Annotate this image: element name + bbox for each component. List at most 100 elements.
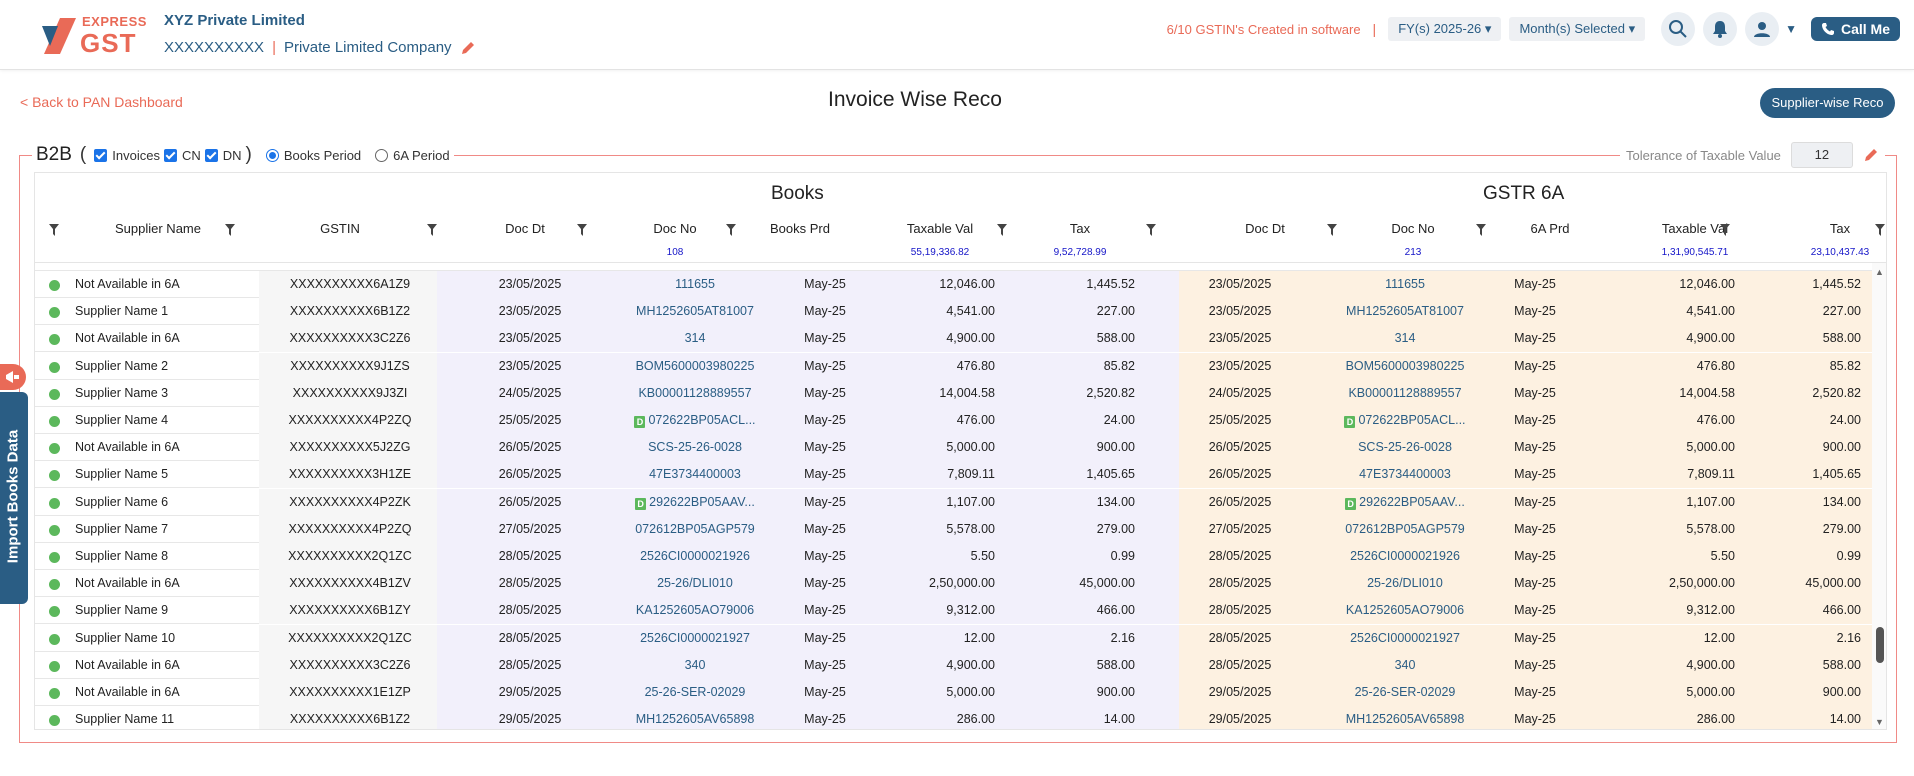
cell-b-docno[interactable]: 47E3734400003 (605, 467, 785, 483)
cell-b-docno[interactable]: 2526CI0000021927 (605, 631, 785, 647)
cell-b-docno[interactable]: MH1252605AT81007 (605, 304, 785, 320)
col-6a-doc-no[interactable]: Doc No (1353, 221, 1473, 241)
filter-icon[interactable] (726, 224, 736, 236)
table-row[interactable]: Supplier Name 2 XXXXXXXXXX9J1ZS 23/05/2025… (35, 352, 1872, 380)
filter-icon[interactable] (1327, 224, 1337, 236)
cell-a-docno[interactable]: 340 (1315, 658, 1495, 674)
cell-a-docno[interactable]: KA1252605AO79006 (1315, 603, 1495, 619)
edit-tolerance-icon[interactable] (1863, 147, 1879, 163)
document-icon[interactable]: D (1344, 416, 1356, 428)
col-books-taxable-val[interactable]: Taxable Val (885, 221, 995, 241)
cell-a-docno[interactable]: 111655 (1315, 277, 1495, 293)
table-row[interactable]: Supplier Name 11 XXXXXXXXXX6B1Z2 29/05/202… (35, 706, 1872, 729)
cell-b-docno[interactable]: 25-26/DLI010 (605, 576, 785, 592)
cell-a-docno[interactable]: 072612BP05AGP579 (1315, 522, 1495, 538)
cell-b-docno[interactable]: 072612BP05AGP579 (605, 522, 785, 538)
document-icon[interactable]: D (1345, 497, 1357, 510)
cell-b-docno[interactable]: 111655 (605, 277, 785, 293)
cell-b-docno[interactable]: BOM5600003980225 (605, 359, 785, 375)
cell-a-docno[interactable]: 47E3734400003 (1315, 467, 1495, 483)
cell-a-docno[interactable]: 314 (1315, 331, 1495, 347)
col-books-doc-no[interactable]: Doc No (615, 221, 735, 241)
filter-icon[interactable] (225, 224, 235, 236)
notifications-button[interactable] (1703, 12, 1738, 46)
col-gstin[interactable]: GSTIN (265, 221, 415, 241)
cell-a-docno[interactable]: D 072622BP05ACL... (1315, 413, 1495, 429)
col-books-doc-dt[interactable]: Doc Dt (465, 221, 585, 241)
filter-icon[interactable] (49, 224, 59, 236)
cell-b-docno[interactable]: D 292622BP05AAV... (605, 495, 785, 511)
col-books-prd[interactable]: Books Prd (745, 221, 855, 241)
table-row[interactable]: Not Available in 6A XXXXXXXXXX6A1Z9 23/05/… (35, 271, 1872, 298)
cell-a-docno[interactable]: D 292622BP05AAV... (1315, 495, 1495, 511)
cell-a-docno[interactable]: KB00001128889557 (1315, 386, 1495, 402)
table-row[interactable]: Not Available in 6A XXXXXXXXXX5J2ZG 26/05/… (35, 434, 1872, 462)
col-6a-doc-dt[interactable]: Doc Dt (1205, 221, 1325, 241)
table-row[interactable]: Supplier Name 6 XXXXXXXXXX4P2ZK 26/05/2025… (35, 488, 1872, 516)
filter-icon[interactable] (427, 224, 437, 236)
call-me-button[interactable]: Call Me (1810, 17, 1900, 41)
table-row[interactable]: Supplier Name 7 XXXXXXXXXX4P2ZQ 27/05/2025… (35, 515, 1872, 543)
user-menu-chevron-icon[interactable]: ▼ (1785, 22, 1797, 36)
table-row[interactable]: Not Available in 6A XXXXXXXXXX3C2Z6 23/05/… (35, 325, 1872, 353)
express-gst-logo[interactable]: EXPRESS GST (40, 12, 150, 58)
fy-dropdown[interactable]: FY(s) 2025-26 ▾ (1388, 17, 1502, 41)
scroll-up-icon[interactable]: ▲ (1875, 267, 1884, 277)
search-button[interactable] (1661, 12, 1696, 46)
document-icon[interactable]: D (634, 416, 646, 428)
six-a-period-radio[interactable] (375, 148, 389, 162)
col-books-tax[interactable]: Tax (1025, 221, 1135, 241)
cell-b-docno[interactable]: 314 (605, 331, 785, 347)
document-icon[interactable]: D (635, 497, 647, 510)
scrollbar-thumb[interactable] (1876, 627, 1884, 663)
cell-b-docno[interactable]: 340 (605, 658, 785, 674)
filter-icon[interactable] (577, 224, 587, 236)
cn-checkbox[interactable] (163, 148, 177, 162)
import-books-data-tab[interactable]: Import Books Data (0, 364, 28, 604)
table-row[interactable]: Not Available in 6A XXXXXXXXXX1E1ZP 29/05/… (35, 679, 1872, 706)
cell-a-docno[interactable]: 25-26/DLI010 (1315, 576, 1495, 592)
tolerance-input[interactable]: 12 (1790, 142, 1853, 168)
months-dropdown[interactable]: Month(s) Selected ▾ (1509, 17, 1646, 41)
scroll-down-icon[interactable]: ▼ (1875, 717, 1884, 727)
col-supplier-name[interactable]: Supplier Name (83, 221, 233, 241)
cell-b-docno[interactable]: KB00001128889557 (605, 386, 785, 402)
table-row[interactable]: Supplier Name 3 XXXXXXXXXX9J3ZI 24/05/2025… (35, 379, 1872, 407)
cell-a-docno[interactable]: MH1252605AT81007 (1315, 304, 1495, 320)
table-row[interactable]: Supplier Name 8 XXXXXXXXXX2Q1ZC 28/05/2025… (35, 543, 1872, 570)
col-6a-tax[interactable]: Tax (1785, 221, 1886, 241)
filter-icon[interactable] (997, 224, 1007, 236)
table-row[interactable]: Supplier Name 1 XXXXXXXXXX6B1Z2 23/05/2025… (35, 298, 1872, 326)
filter-icon[interactable] (1720, 224, 1730, 236)
edit-company-icon[interactable] (460, 40, 476, 56)
filter-icon[interactable] (1476, 224, 1486, 236)
filter-icon[interactable] (1875, 224, 1885, 236)
cell-b-docno[interactable]: 25-26-SER-02029 (605, 685, 785, 701)
filter-icon[interactable] (1146, 224, 1156, 236)
invoices-checkbox[interactable] (94, 148, 108, 162)
user-menu-button[interactable] (1745, 12, 1780, 46)
supplier-wise-reco-button[interactable]: Supplier-wise Reco (1760, 88, 1895, 118)
cell-b-docno[interactable]: SCS-25-26-0028 (605, 440, 785, 456)
cell-b-docno[interactable]: D 072622BP05ACL... (605, 413, 785, 429)
cell-b-docno[interactable]: KA1252605AO79006 (605, 603, 785, 619)
grid-vertical-scrollbar[interactable]: ▲ ▼ (1872, 263, 1886, 729)
table-row[interactable]: Supplier Name 4 XXXXXXXXXX4P2ZQ 25/05/2025… (35, 407, 1872, 434)
col-6a-prd[interactable]: 6A Prd (1495, 221, 1605, 241)
cell-a-docno[interactable]: 2526CI0000021927 (1315, 631, 1495, 647)
col-6a-taxable-val[interactable]: Taxable Val (1635, 221, 1755, 241)
table-row[interactable]: Not Available in 6A XXXXXXXXXX3C2Z6 28/05/… (35, 651, 1872, 679)
table-row[interactable]: Supplier Name 10 XXXXXXXXXX2Q1ZC 28/05/202… (35, 624, 1872, 652)
cell-b-docno[interactable]: MH1252605AV65898 (605, 712, 785, 728)
table-row[interactable]: Not Available in 6A XXXXXXXXXX4B1ZV 28/05/… (35, 570, 1872, 598)
books-period-radio[interactable] (265, 148, 279, 162)
cell-b-docno[interactable]: 2526CI0000021926 (605, 549, 785, 565)
cell-a-docno[interactable]: BOM5600003980225 (1315, 359, 1495, 375)
cell-a-docno[interactable]: MH1252605AV65898 (1315, 712, 1495, 728)
cell-a-docno[interactable]: 25-26-SER-02029 (1315, 685, 1495, 701)
cell-a-docno[interactable]: SCS-25-26-0028 (1315, 440, 1495, 456)
table-row[interactable]: Supplier Name 9 XXXXXXXXXX6B1ZY 28/05/2025… (35, 597, 1872, 625)
table-row[interactable]: Supplier Name 5 XXXXXXXXXX3H1ZE 26/05/2025… (35, 461, 1872, 489)
dn-checkbox[interactable] (204, 148, 218, 162)
cell-a-docno[interactable]: 2526CI0000021926 (1315, 549, 1495, 565)
